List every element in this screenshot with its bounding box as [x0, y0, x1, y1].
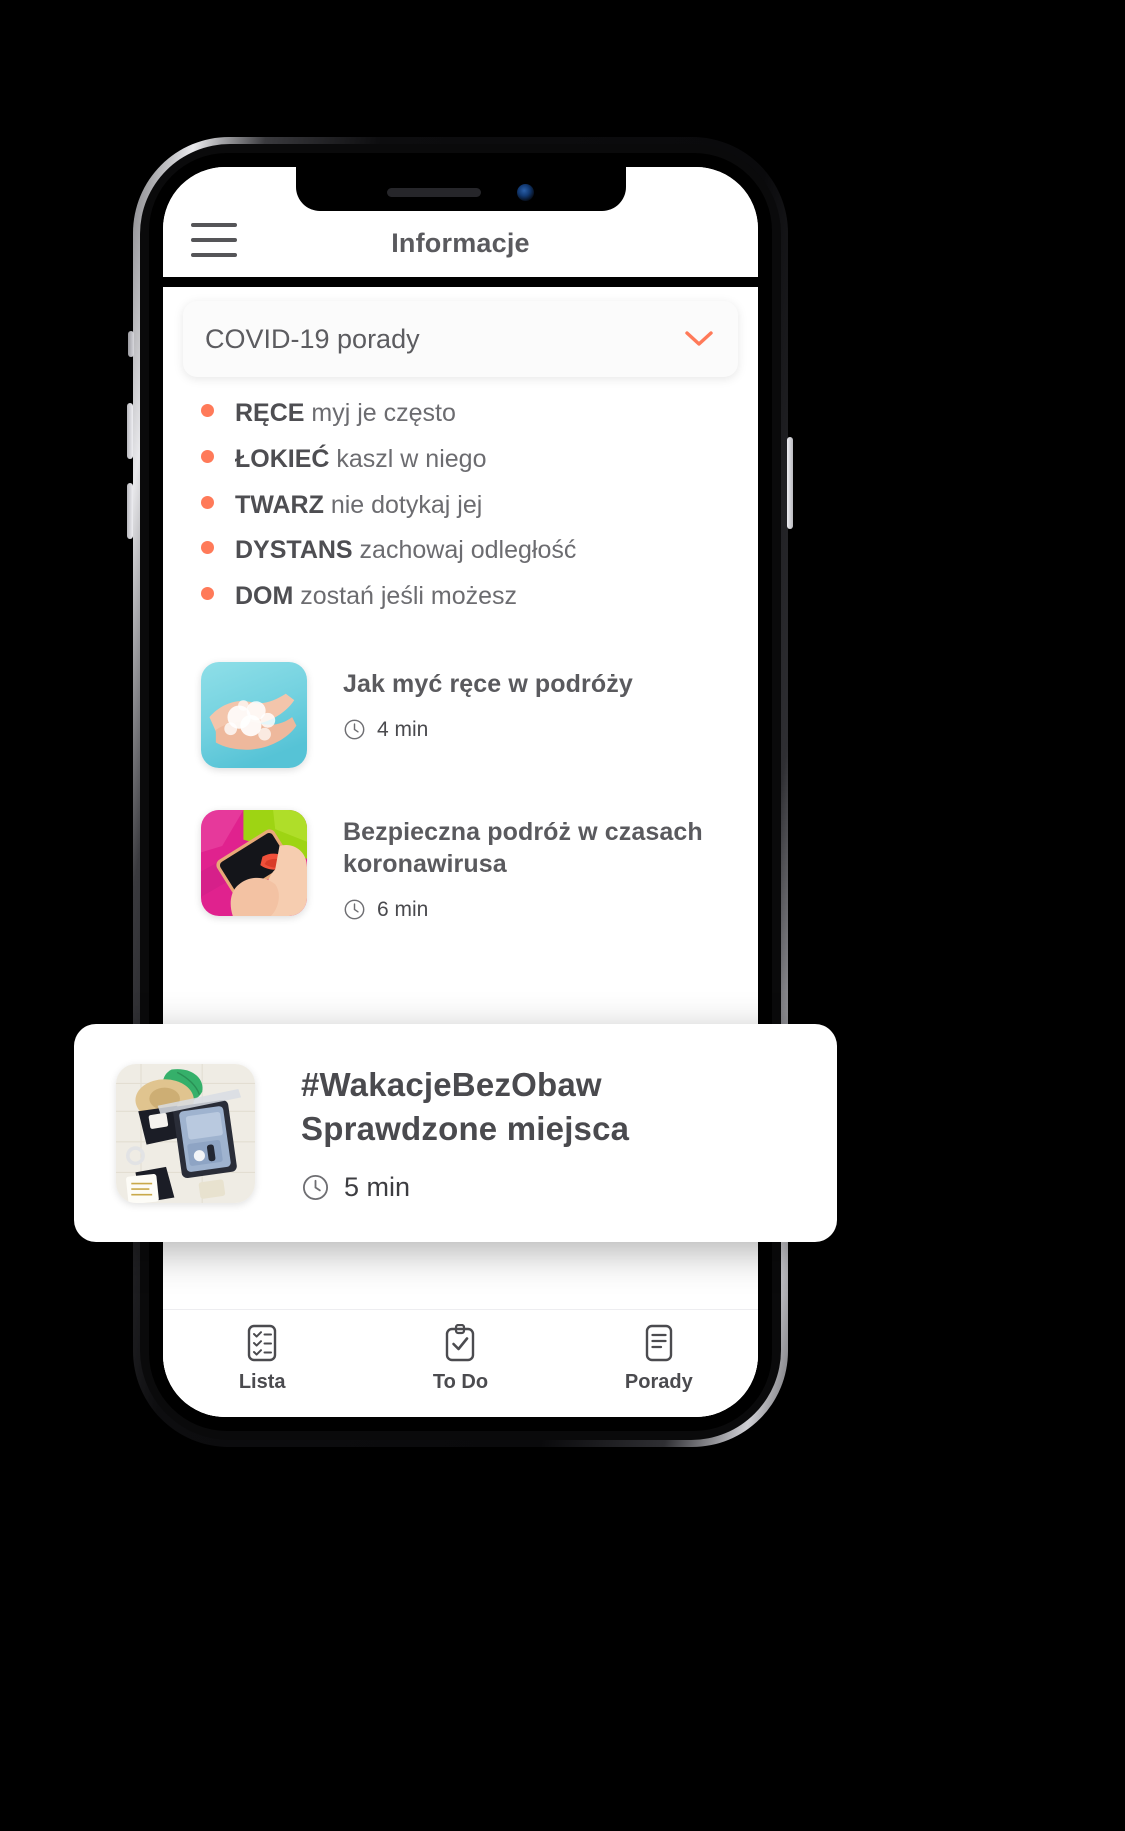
highlight-card-meta: 5 min — [301, 1172, 797, 1203]
article-meta: 4 min — [343, 718, 732, 742]
tips-list: RĘCE myj je często ŁOKIEĆ kaszl w niego … — [163, 377, 758, 632]
nav-item-porady[interactable]: Porady — [560, 1324, 758, 1394]
main-content: COVID-19 porady RĘCE myj je często ŁOKIE… — [163, 287, 758, 1417]
header-divider — [163, 277, 758, 287]
washing-hands-thumbnail — [201, 661, 307, 768]
clock-icon — [344, 719, 365, 740]
tip-rest: nie dotykaj jej — [323, 490, 483, 519]
nav-item-todo[interactable]: To Do — [361, 1324, 559, 1394]
bullet-dot-icon — [201, 449, 214, 463]
article-list: Jak myć ręce w podróży 4 min Bezpieczna … — [163, 632, 758, 922]
bullet-dot-icon — [201, 404, 214, 417]
tip-rest: zostań jeśli możesz — [293, 582, 518, 610]
screenshot-canvas: Informacje COVID-19 porady RĘCE myj je c… — [0, 0, 1125, 1831]
article-row[interactable]: Jak myć ręce w podróży 4 min — [163, 661, 758, 768]
bullet-dot-icon — [201, 495, 214, 509]
article-row[interactable]: Bezpieczna podróż w czasach koronawirusa… — [163, 809, 758, 922]
volume-down-button[interactable] — [127, 483, 133, 539]
highlight-card-body: #WakacjeBezObaw Sprawdzone miejsca 5 min — [301, 1063, 797, 1203]
article-body: Jak myć ręce w podróży 4 min — [343, 662, 732, 742]
filter-section: COVID-19 porady — [163, 287, 758, 377]
list-item: RĘCE myj je często — [201, 399, 758, 428]
silent-switch-button[interactable] — [128, 331, 134, 357]
bullet-dot-icon — [201, 541, 214, 555]
packed-suitcase-thumbnail — [116, 1063, 255, 1203]
nav-label: To Do — [432, 1371, 489, 1393]
highlight-card-title: #WakacjeBezObaw Sprawdzone miejsca — [301, 1065, 630, 1147]
notch — [295, 167, 626, 211]
tip-keyword: DOM — [235, 582, 294, 610]
front-camera-icon — [517, 183, 534, 201]
tip-keyword: TWARZ — [235, 490, 324, 519]
tip-text: DOM zostań jeśli możesz — [235, 582, 517, 611]
tip-rest: zachowaj odległość — [352, 536, 577, 565]
article-title: Bezpieczna podróż w czasach koronawirusa — [343, 817, 703, 878]
power-button[interactable] — [787, 437, 793, 529]
list-item: DYSTANS zachowaj odległość — [201, 536, 758, 565]
clock-icon — [344, 899, 365, 920]
article-title: Jak myć ręce w podróży — [343, 669, 633, 698]
article-body: Bezpieczna podróż w czasach koronawirusa… — [343, 810, 732, 922]
list-item: DOM zostań jeśli możesz — [201, 582, 758, 611]
bottom-navigation: Lista To Do Porady — [163, 1309, 758, 1417]
tip-text: DYSTANS zachowaj odległość — [235, 536, 576, 565]
tip-keyword: RĘCE — [235, 399, 305, 427]
category-dropdown-value: COVID-19 porady — [205, 323, 420, 354]
list-item: ŁOKIEĆ kaszl w niego — [201, 445, 758, 474]
nav-label: Porady — [624, 1371, 693, 1393]
earpiece-speaker-icon — [387, 187, 481, 197]
nav-item-lista[interactable]: Lista — [163, 1324, 361, 1394]
article-duration: 6 min — [377, 897, 429, 921]
highlight-article-card[interactable]: #WakacjeBezObaw Sprawdzone miejsca 5 min — [74, 1024, 837, 1242]
checklist-icon — [247, 1324, 277, 1362]
highlight-card-duration: 5 min — [344, 1172, 411, 1203]
list-item: TWARZ nie dotykaj jej — [201, 491, 758, 520]
article-duration: 4 min — [377, 717, 429, 741]
tip-text: TWARZ nie dotykaj jej — [235, 491, 482, 520]
volume-up-button[interactable] — [127, 403, 133, 459]
tip-rest: myj je często — [304, 399, 456, 427]
document-lines-icon — [645, 1324, 673, 1362]
clipboard-check-icon — [446, 1324, 475, 1362]
tip-text: ŁOKIEĆ kaszl w niego — [235, 445, 486, 474]
chevron-down-icon[interactable] — [684, 330, 714, 348]
bullet-dot-icon — [201, 587, 214, 600]
tip-rest: kaszl w niego — [329, 444, 487, 473]
category-dropdown[interactable]: COVID-19 porady — [183, 301, 738, 377]
hamburger-menu-icon[interactable] — [191, 223, 237, 257]
tip-keyword: DYSTANS — [235, 536, 353, 565]
tip-text: RĘCE myj je często — [235, 399, 456, 428]
cleaning-phone-thumbnail — [201, 809, 307, 916]
clock-icon — [302, 1175, 329, 1201]
page-title: Informacje — [391, 228, 530, 258]
nav-label: Lista — [238, 1371, 286, 1393]
tip-keyword: ŁOKIEĆ — [235, 444, 330, 473]
article-meta: 6 min — [343, 898, 732, 922]
